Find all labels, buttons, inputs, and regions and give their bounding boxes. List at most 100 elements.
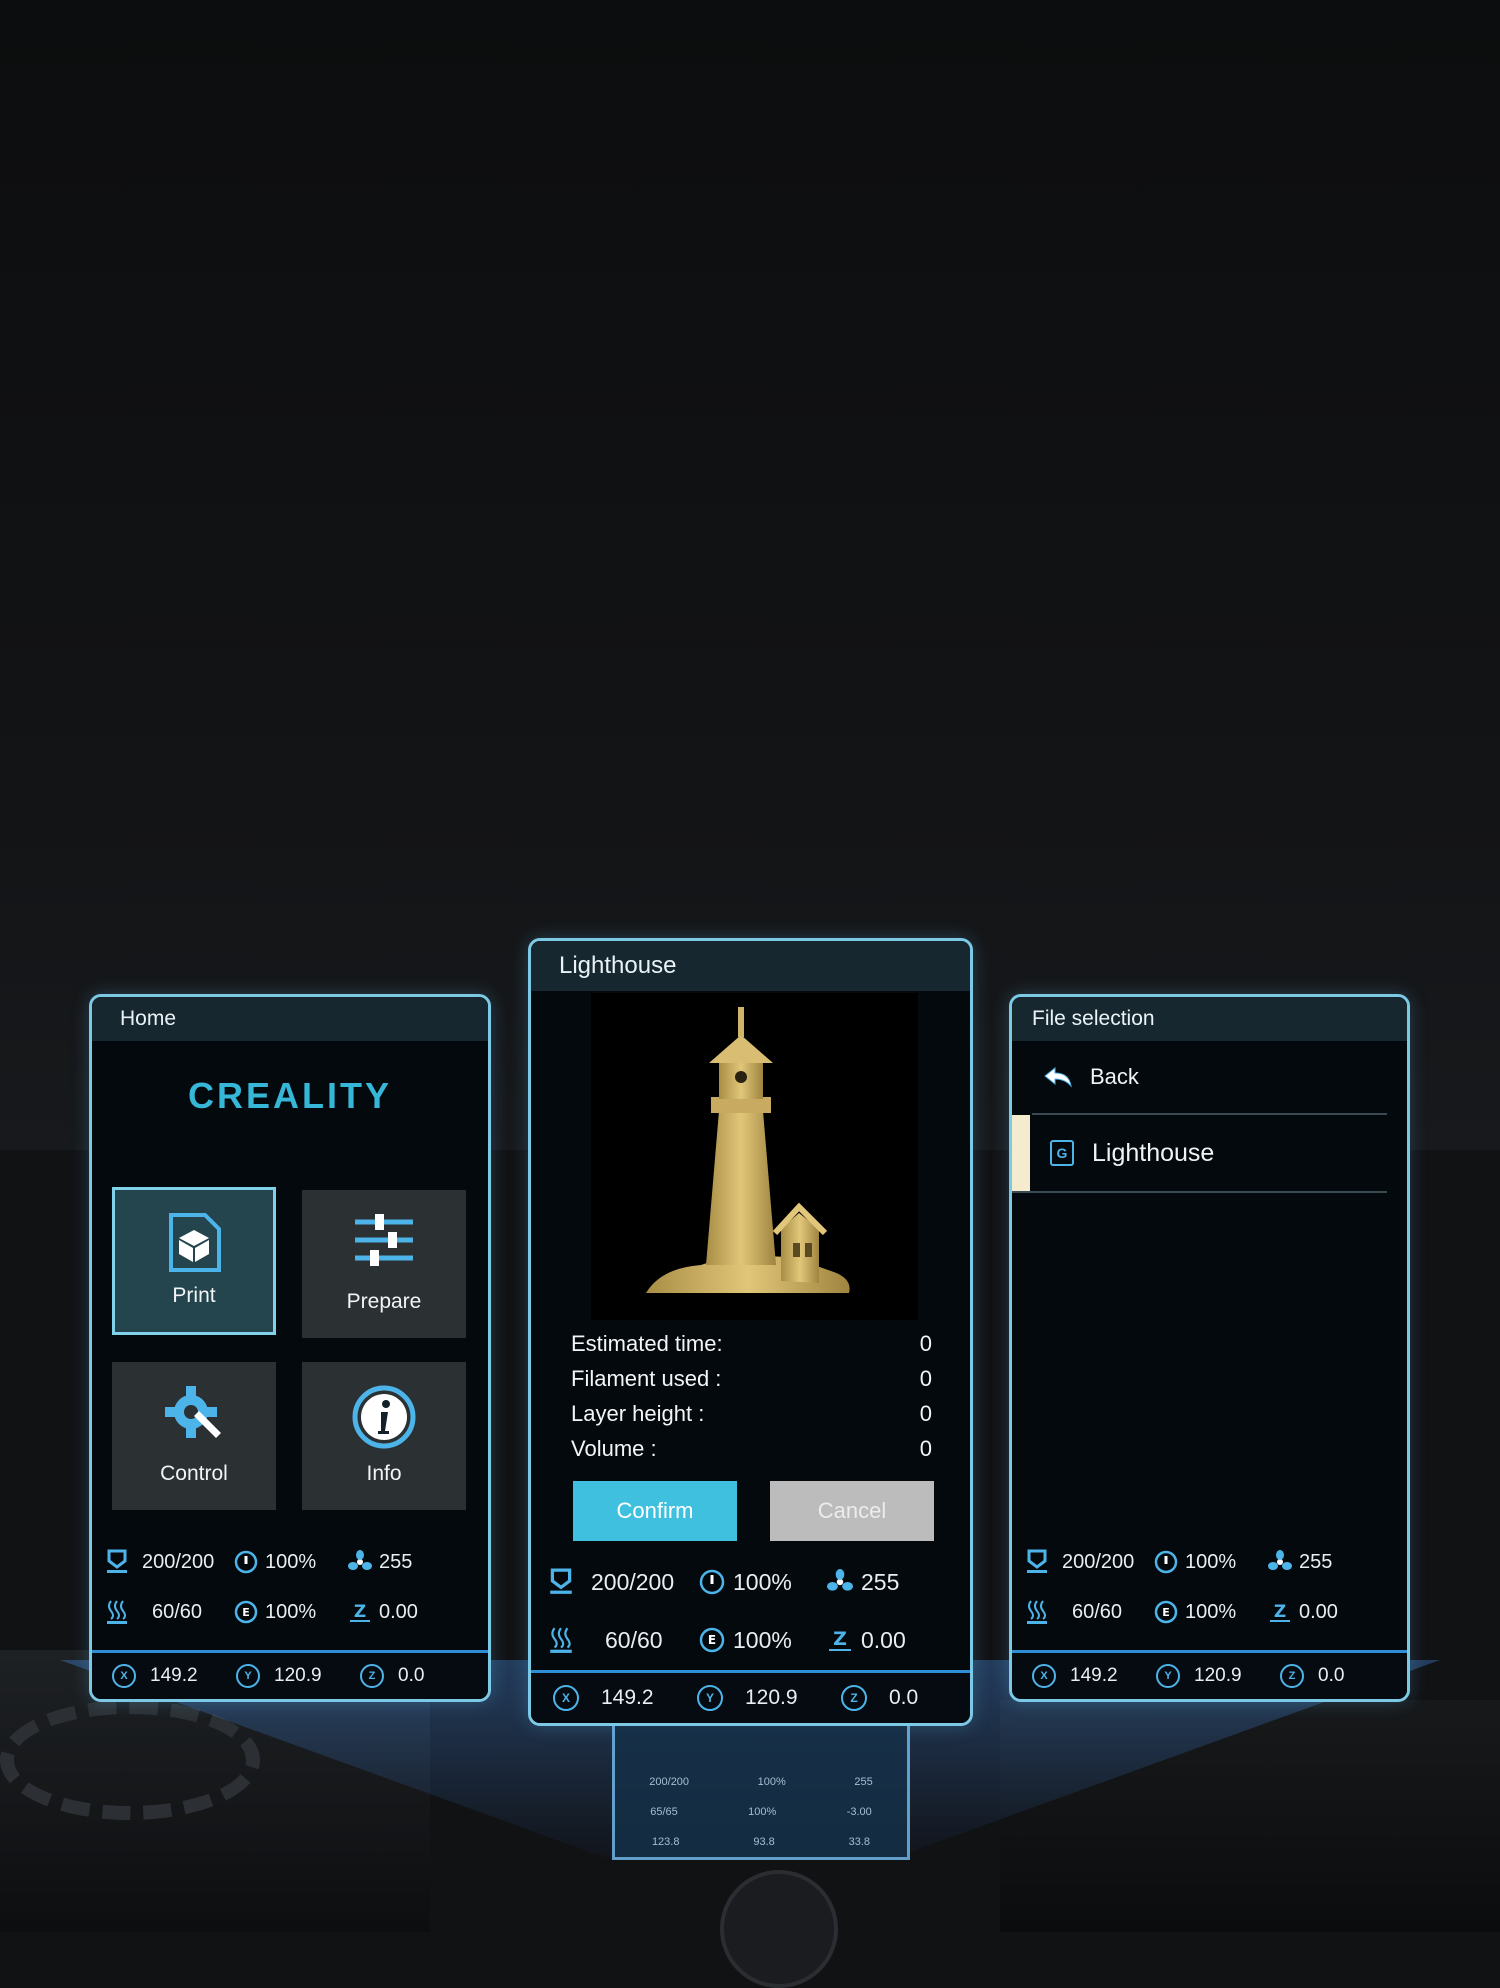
flow-value: 100% <box>1185 1600 1237 1623</box>
flow-value: 100% <box>733 1626 792 1653</box>
coordinates-bar: X 149.2 Y 120.9 Z 0.0 <box>92 1650 488 1699</box>
gcode-file-icon: G <box>1050 1140 1074 1166</box>
estimated-time-label: Estimated time: <box>571 1331 723 1356</box>
mini-nozzle: 200/200 <box>649 1776 690 1788</box>
bed-temp: 60/60 <box>1072 1600 1123 1623</box>
z-axis-icon: Z <box>841 1685 867 1711</box>
x-coord: 149.2 <box>601 1686 654 1709</box>
bed-temp: 60/60 <box>152 1600 203 1623</box>
svg-text:E: E <box>1162 1606 1170 1619</box>
prepare-label: Prepare <box>346 1290 422 1313</box>
mini-y: 93.8 <box>753 1836 775 1848</box>
mini-speed: 100% <box>757 1776 786 1788</box>
z-axis-icon: Z <box>1280 1664 1304 1688</box>
control-button[interactable]: Control <box>112 1362 276 1510</box>
z-offset-value: 0.00 <box>861 1626 906 1653</box>
y-coord: 120.9 <box>745 1686 798 1709</box>
z-offset-icon: Z <box>1261 1600 1299 1624</box>
info-row-layer: Layer height : 0 <box>571 1401 932 1427</box>
print-button[interactable]: Print <box>112 1187 276 1335</box>
z-offset-value: 0.00 <box>379 1600 418 1623</box>
flow-icon: E <box>1147 1600 1185 1624</box>
filament-used-value: 0 <box>919 1366 932 1391</box>
info-button[interactable]: Info <box>302 1362 466 1510</box>
z-axis-icon: Z <box>360 1664 384 1688</box>
print-label: Print <box>172 1284 216 1307</box>
creality-logo: CREALITY <box>188 1075 392 1116</box>
file-item-lighthouse[interactable]: G Lighthouse <box>1012 1115 1387 1193</box>
status-panel: 200/200 100% 255 60/60 E 100% Z 0.00 <box>1012 1537 1407 1637</box>
back-arrow-icon <box>1032 1066 1084 1088</box>
svg-text:Z: Z <box>354 1602 366 1622</box>
file-name: Lighthouse <box>1092 1138 1215 1167</box>
speed-value: 100% <box>733 1568 792 1595</box>
bed-heat-icon <box>1012 1599 1062 1625</box>
z-coord: 0.0 <box>398 1665 425 1686</box>
file-title: Lighthouse <box>531 941 970 991</box>
z-offset-value: 0.00 <box>1299 1600 1338 1623</box>
layer-height-value: 0 <box>919 1401 932 1426</box>
svg-text:E: E <box>242 1606 250 1619</box>
nozzle-icon <box>531 1568 591 1596</box>
speed-icon <box>227 1550 265 1574</box>
print-icon <box>165 1212 223 1279</box>
flow-icon: E <box>227 1600 265 1624</box>
prepare-button[interactable]: Prepare <box>302 1190 466 1338</box>
fan-icon <box>1261 1550 1299 1574</box>
speed-value: 100% <box>1185 1550 1237 1573</box>
flow-value: 100% <box>265 1600 317 1623</box>
z-offset-icon: Z <box>341 1600 379 1624</box>
x-coord: 149.2 <box>150 1665 198 1686</box>
control-knob[interactable] <box>720 1870 838 1988</box>
back-label: Back <box>1090 1064 1139 1089</box>
nozzle-temp: 200/200 <box>142 1550 215 1573</box>
estimated-time-value: 0 <box>919 1331 932 1356</box>
coordinates-bar: X 149.2 Y 120.9 Z 0.0 <box>531 1670 970 1723</box>
info-row-volume: Volume : 0 <box>571 1436 932 1462</box>
sliders-icon <box>355 1212 413 1273</box>
z-coord: 0.0 <box>1318 1665 1345 1686</box>
fan-icon <box>341 1550 379 1574</box>
info-row-filament: Filament used : 0 <box>571 1366 932 1392</box>
x-coord: 149.2 <box>1070 1665 1118 1686</box>
mini-bed: 65/65 <box>650 1806 678 1818</box>
nozzle-temp: 200/200 <box>591 1568 675 1595</box>
confirm-button[interactable]: Confirm <box>573 1481 737 1541</box>
filament-used-label: Filament used : <box>571 1366 722 1391</box>
nozzle-icon <box>92 1549 142 1575</box>
status-panel: 200/200 100% 255 60/60 E 100% Z 0.00 <box>531 1553 970 1669</box>
gear-wrench-icon <box>164 1384 224 1449</box>
nozzle-icon <box>1012 1549 1062 1575</box>
speed-icon <box>691 1569 733 1595</box>
mini-fan: 255 <box>854 1776 873 1788</box>
y-axis-icon: Y <box>1156 1664 1180 1688</box>
x-axis-icon: X <box>112 1664 136 1688</box>
control-label: Control <box>160 1462 228 1485</box>
fan-value: 255 <box>379 1550 413 1573</box>
y-axis-icon: Y <box>236 1664 260 1688</box>
y-coord: 120.9 <box>1194 1665 1242 1686</box>
volume-value: 0 <box>919 1436 932 1461</box>
y-coord: 120.9 <box>274 1665 322 1686</box>
coordinates-bar: X 149.2 Y 120.9 Z 0.0 <box>1012 1650 1407 1699</box>
selection-marker <box>1012 1115 1030 1191</box>
info-row-time: Estimated time: 0 <box>571 1331 932 1357</box>
back-button[interactable]: Back <box>1032 1041 1387 1115</box>
z-offset-icon: Z <box>819 1627 861 1653</box>
speed-icon <box>1147 1550 1185 1574</box>
lighthouse-model-image <box>646 1007 850 1293</box>
mini-flow: 100% <box>748 1806 777 1818</box>
cancel-button[interactable]: Cancel <box>770 1481 934 1541</box>
svg-text:E: E <box>708 1633 716 1647</box>
home-screen: Home CREALITY Print Prepare Control Info… <box>89 994 491 1702</box>
home-title: Home <box>92 997 488 1041</box>
file-selection-title: File selection <box>1012 997 1407 1041</box>
svg-text:Z: Z <box>1274 1602 1286 1622</box>
file-selection-screen: File selection Back G Lighthouse 200/200… <box>1009 994 1410 1702</box>
mini-z: 33.8 <box>848 1836 871 1848</box>
x-axis-icon: X <box>1032 1664 1056 1688</box>
speed-value: 100% <box>265 1550 317 1573</box>
model-preview <box>591 993 918 1320</box>
bed-temp: 60/60 <box>605 1626 663 1653</box>
z-coord: 0.0 <box>889 1686 919 1709</box>
